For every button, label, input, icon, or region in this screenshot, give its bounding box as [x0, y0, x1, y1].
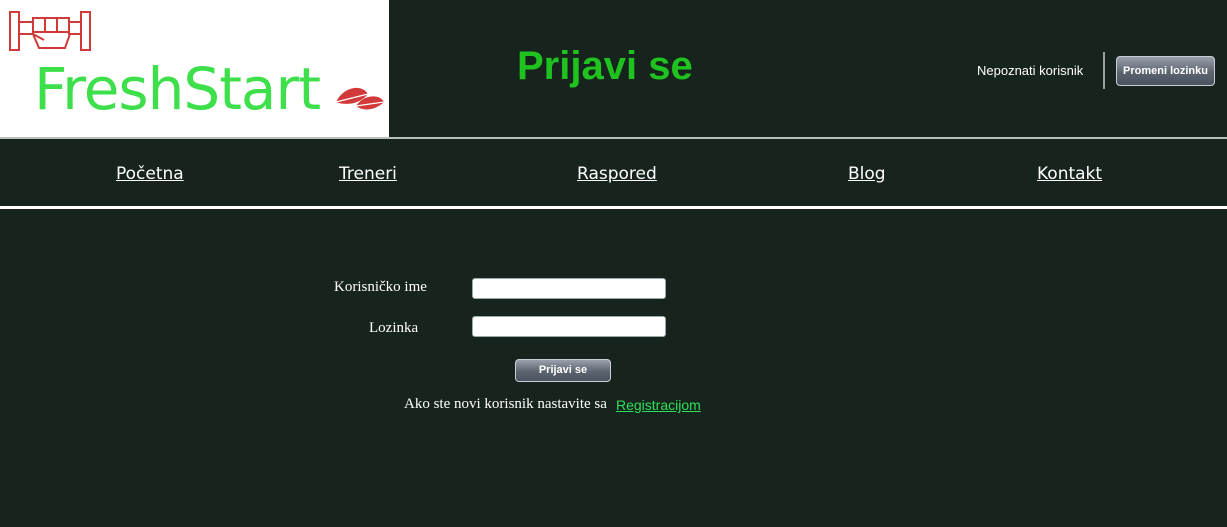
nav-item-pocetna[interactable]: Početna	[116, 164, 184, 184]
nav-item-kontakt[interactable]: Kontakt	[1037, 164, 1102, 184]
current-user-label: Nepoznati korisnik	[977, 63, 1084, 78]
raised-fist-icon	[9, 11, 91, 51]
password-field[interactable]	[472, 316, 666, 337]
nav-item-blog[interactable]: Blog	[848, 164, 886, 184]
nav-divider-line	[0, 206, 1227, 209]
username-label: Korisničko ime	[334, 279, 427, 295]
login-button[interactable]: Prijavi se	[515, 359, 611, 382]
nav-item-raspored[interactable]: Raspored	[577, 164, 657, 184]
username-field[interactable]	[472, 278, 666, 299]
site-logo[interactable]: FreshStart	[0, 0, 389, 137]
page-title: Prijavi se	[517, 44, 693, 88]
main-nav: Početna Treneri Raspored Blog Kontakt	[0, 139, 1227, 206]
register-prompt: Ako ste novi korisnik nastavite sa	[404, 396, 607, 412]
nav-item-treneri[interactable]: Treneri	[339, 164, 397, 184]
register-link[interactable]: Registracijom	[616, 397, 701, 413]
change-password-button[interactable]: Promeni lozinku	[1116, 56, 1215, 86]
header-divider	[1103, 52, 1105, 89]
password-label: Lozinka	[369, 320, 419, 336]
site-header: FreshStart Prijavi se Nepoznati korisnik…	[0, 0, 1227, 137]
logo-wordmark: FreshStart	[34, 55, 321, 123]
leaf-icon	[335, 87, 385, 110]
